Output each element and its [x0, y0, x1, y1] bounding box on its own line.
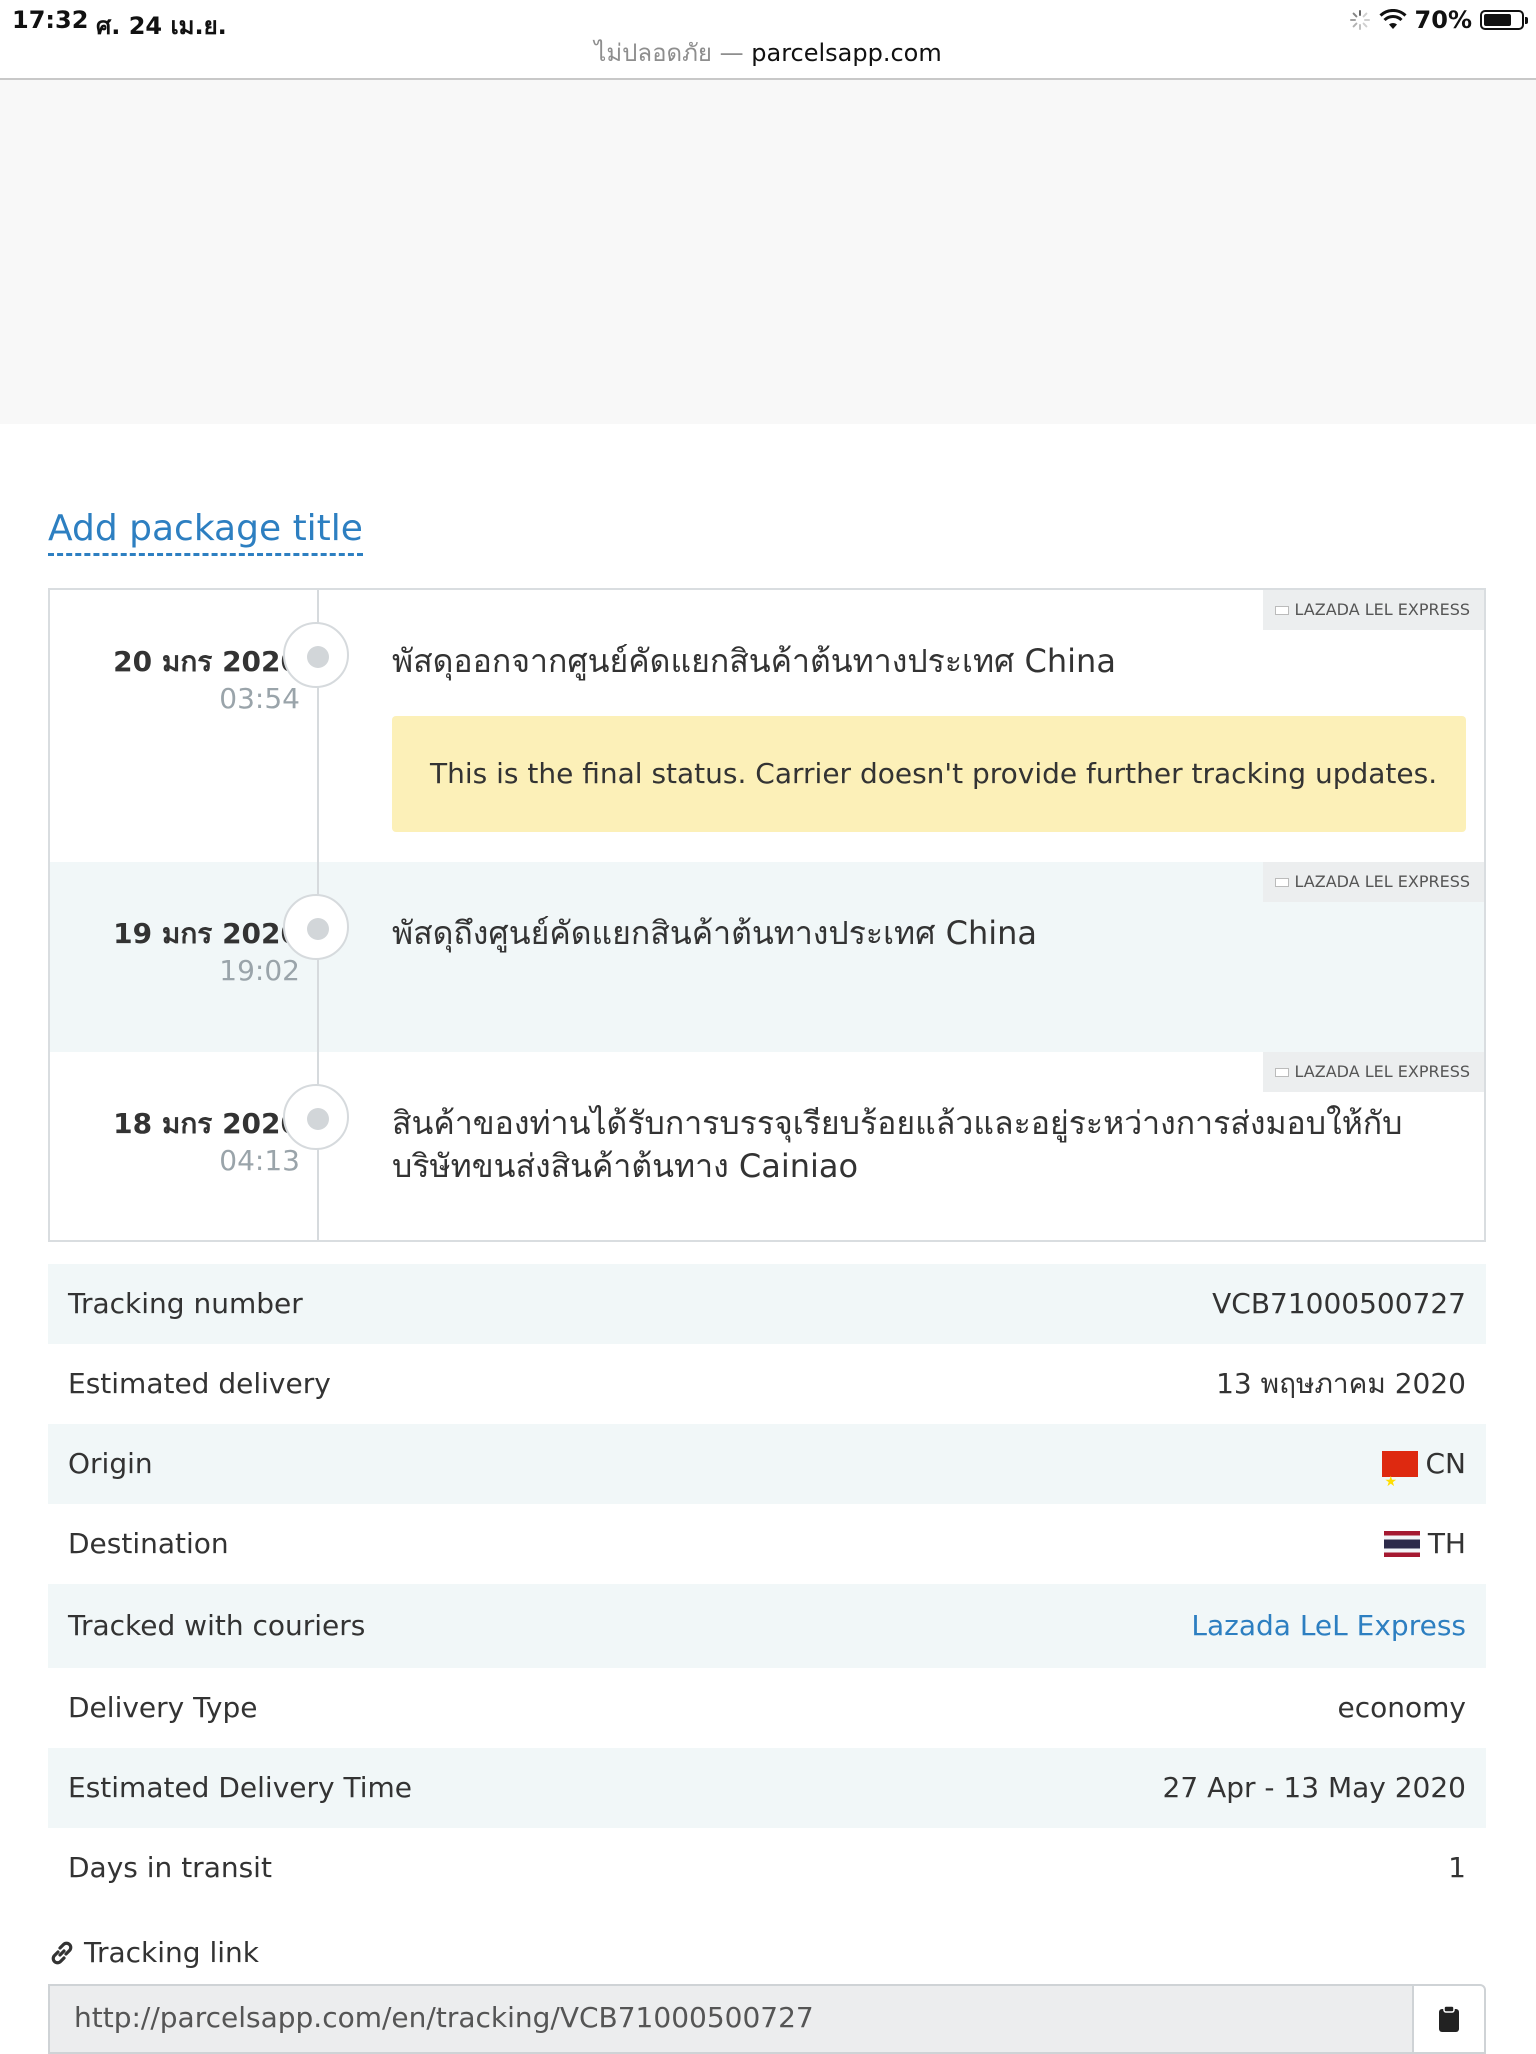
timeline-dot-icon [283, 622, 349, 688]
copy-link-button[interactable] [1412, 1984, 1486, 2054]
detail-row-destination: Destination TH [48, 1504, 1486, 1584]
url-separator: — [719, 39, 744, 67]
event-time: 19:02 [219, 954, 300, 987]
wifi-icon [1379, 9, 1407, 29]
battery-percent: 70% [1414, 6, 1472, 34]
courier-logo-icon [1274, 877, 1289, 887]
detail-label: Destination [68, 1527, 229, 1560]
courier-tag-label: LAZADA LEL EXPRESS [1294, 600, 1470, 619]
courier-tag: LAZADA LEL EXPRESS [1262, 590, 1484, 630]
status-bar: 17:32 ศ. 24 เม.ย. 70% [0, 0, 1536, 40]
days-in-transit-value: 1 [1448, 1851, 1466, 1884]
link-icon [51, 1941, 73, 1964]
detail-row-delivery-time: Estimated Delivery Time 27 Apr - 13 May … [48, 1748, 1486, 1828]
courier-tag: LAZADA LEL EXPRESS [1262, 862, 1484, 902]
courier-logo-icon [1274, 605, 1289, 615]
courier-link[interactable]: Lazada LeL Express [1191, 1584, 1466, 1668]
timeline-dot-icon [283, 1084, 349, 1150]
origin-value: CN [1381, 1424, 1467, 1522]
detail-label: Estimated delivery [68, 1367, 331, 1400]
url-bar[interactable]: ไม่ปลอดภัย — parcelsapp.com [0, 36, 1536, 80]
timeline-event: LAZADA LEL EXPRESS 20 มกร 2020 03:54 พัส… [50, 590, 1484, 862]
event-time: 04:13 [219, 1144, 300, 1177]
package-details-table: Tracking number VCB71000500727 Estimated… [48, 1264, 1486, 1908]
courier-tag-label: LAZADA LEL EXPRESS [1294, 1062, 1470, 1081]
china-flag-icon [1381, 1442, 1418, 1522]
detail-label: Tracked with couriers [68, 1609, 366, 1642]
detail-label: Delivery Type [68, 1691, 258, 1724]
timeline-dot-icon [283, 894, 349, 960]
tracking-timeline: LAZADA LEL EXPRESS 20 มกร 2020 03:54 พัส… [48, 588, 1486, 1242]
thailand-flag-icon [1383, 1531, 1420, 1557]
courier-logo-icon [1274, 1067, 1289, 1077]
detail-label: Estimated Delivery Time [68, 1771, 412, 1804]
detail-label: Tracking number [68, 1287, 303, 1320]
event-description: พัสดุถึงศูนย์คัดแยกสินค้าต้นทางประเทศ Ch… [392, 914, 1038, 952]
delivery-time-value: 27 Apr - 13 May 2020 [1162, 1771, 1466, 1804]
tracking-link-label: Tracking link [84, 1936, 259, 1969]
detail-row-estimated-delivery: Estimated delivery 13 พฤษภาคม 2020 [48, 1344, 1486, 1424]
loading-spinner-icon [1349, 10, 1370, 30]
tracking-number-value: VCB71000500727 [1212, 1287, 1466, 1320]
destination-value: TH [1383, 1504, 1466, 1584]
timeline-event: LAZADA LEL EXPRESS 18 มกร 2020 04:13 สิน… [50, 1052, 1484, 1240]
event-date: 20 มกร 2020 [113, 645, 300, 678]
detail-label: Days in transit [68, 1851, 272, 1884]
tracking-link-field[interactable]: http://parcelsapp.com/en/tracking/VCB710… [48, 1984, 1412, 2054]
tracking-link-heading: Tracking link [48, 1936, 259, 1969]
status-time: 17:32 [12, 6, 89, 34]
delivery-type-value: economy [1337, 1691, 1466, 1724]
add-package-title-link[interactable]: Add package title [48, 508, 363, 556]
clipboard-icon [1439, 2005, 1459, 2032]
detail-row-origin: Origin CN [48, 1424, 1486, 1522]
detail-row-couriers: Tracked with couriers Lazada LeL Express [48, 1584, 1486, 1668]
ad-placeholder [0, 80, 1536, 424]
detail-row-tracking-number: Tracking number VCB71000500727 [48, 1264, 1486, 1344]
battery-icon [1480, 10, 1528, 30]
detail-label: Origin [68, 1447, 153, 1480]
event-date: 18 มกร 2020 [113, 1107, 300, 1140]
estimated-delivery-value: 13 พฤษภาคม 2020 [1216, 1367, 1466, 1400]
origin-country-code: CN [1425, 1447, 1467, 1480]
status-indicators: 70% [1349, 6, 1528, 34]
timeline-event: LAZADA LEL EXPRESS 19 มกร 2020 19:02 พัส… [50, 862, 1484, 1052]
courier-tag: LAZADA LEL EXPRESS [1262, 1052, 1484, 1092]
final-status-notice: This is the final status. Carrier doesn'… [392, 716, 1466, 832]
event-time: 03:54 [219, 682, 300, 715]
courier-tag-label: LAZADA LEL EXPRESS [1294, 872, 1470, 891]
detail-row-delivery-type: Delivery Type economy [48, 1668, 1486, 1748]
url-host: parcelsapp.com [751, 39, 942, 67]
event-description: พัสดุออกจากศูนย์คัดแยกสินค้าต้นทางประเทศ… [392, 642, 1116, 680]
destination-country-code: TH [1427, 1527, 1466, 1560]
event-description: สินค้าของท่านได้รับการบรรจุเรียบร้อยแล้ว… [392, 1104, 1403, 1185]
event-date: 19 มกร 2020 [113, 917, 300, 950]
insecure-label: ไม่ปลอดภัย [594, 39, 712, 67]
detail-row-days-in-transit: Days in transit 1 [48, 1828, 1486, 1908]
